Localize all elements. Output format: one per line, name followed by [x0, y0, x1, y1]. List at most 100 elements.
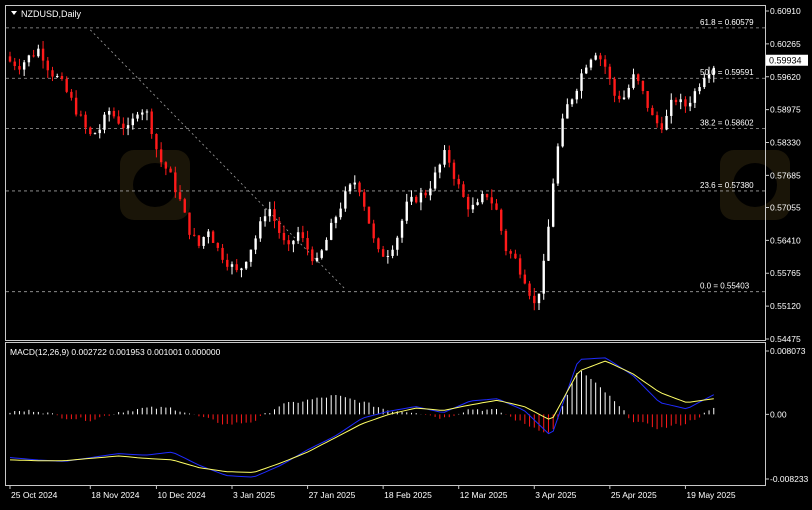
candle-body: [70, 91, 73, 98]
candle: [396, 235, 399, 256]
candle-body: [471, 204, 475, 210]
candle-body: [263, 216, 267, 222]
candle: [296, 226, 300, 244]
candle: [632, 68, 635, 90]
candle-body: [107, 111, 111, 115]
candle-body: [448, 150, 451, 163]
candle: [448, 145, 451, 168]
candle-body: [159, 149, 163, 163]
candle: [131, 113, 135, 130]
candle-body: [273, 209, 276, 222]
candle: [622, 90, 626, 100]
candle: [580, 69, 583, 99]
candle-body: [98, 129, 101, 134]
candle: [438, 163, 442, 179]
candle: [51, 66, 54, 82]
candle: [13, 57, 16, 71]
triangle-down-icon[interactable]: [11, 11, 17, 15]
candle: [561, 113, 564, 148]
candle: [641, 80, 645, 95]
candle: [254, 235, 257, 255]
candle-body: [391, 249, 394, 256]
candle: [235, 259, 238, 273]
candle: [698, 83, 701, 95]
candle: [655, 111, 659, 128]
candle: [353, 175, 356, 190]
candle-body: [575, 90, 578, 100]
candle: [339, 202, 342, 220]
candle-body: [117, 116, 120, 124]
candle-body: [296, 232, 300, 241]
candle: [466, 193, 470, 217]
candle-body: [400, 220, 404, 238]
time-axis: 25 Oct 2024 18 Nov 2024 10 Dec 2024 3 Jan 2…: [9, 485, 736, 500]
candle: [651, 105, 654, 116]
candle: [41, 41, 45, 69]
candle: [197, 235, 201, 249]
candle: [570, 98, 574, 107]
candle-body: [570, 99, 574, 105]
candle: [117, 110, 120, 125]
candle-body: [509, 251, 512, 254]
candle-body: [688, 102, 692, 107]
candle-body: [556, 146, 560, 184]
candle: [518, 254, 522, 279]
candle-body: [216, 242, 220, 248]
symbol-title[interactable]: NZDUSD,Daily: [11, 9, 82, 19]
candle-body: [651, 107, 654, 116]
candle-body: [377, 238, 380, 250]
candle: [278, 216, 281, 239]
candle: [679, 93, 682, 110]
candle-body: [230, 264, 234, 267]
candle: [244, 261, 248, 270]
macd-axis: 0.008073 0.00 -0.008233: [765, 346, 809, 484]
candle-body: [443, 150, 446, 165]
chart-window[interactable]: 61.8 = 0.60579 50.0 = 0.59591 38.2 = 0.586…: [0, 0, 812, 505]
candle: [122, 117, 125, 136]
candle-body: [485, 193, 489, 198]
current-price: 0.59934: [769, 56, 802, 66]
candle-body: [481, 193, 484, 203]
candle: [537, 293, 541, 310]
candle: [46, 56, 49, 79]
candle: [136, 111, 139, 122]
candle: [485, 193, 489, 201]
candle: [301, 225, 305, 243]
candle-body: [641, 80, 645, 92]
macd-line: [9, 357, 715, 478]
candle: [462, 181, 465, 198]
candle-body: [523, 274, 527, 284]
time-tick-label: 19 May 2025: [686, 490, 735, 500]
candle: [84, 111, 87, 134]
candle: [363, 189, 366, 211]
candle-body: [424, 192, 427, 196]
candle: [613, 76, 616, 103]
candle-body: [344, 191, 347, 209]
time-tick-label: 25 Apr 2025: [611, 490, 657, 500]
time-tick-label: 12 Mar 2025: [460, 490, 508, 500]
candle-body: [500, 209, 503, 231]
macd-tick-label: -0.008233: [770, 474, 809, 484]
signal-line: [9, 360, 714, 473]
candle: [556, 143, 560, 186]
candle-body: [202, 237, 205, 246]
candle: [107, 107, 111, 122]
candle-body: [197, 235, 201, 246]
candle-body: [674, 99, 678, 103]
price-tick-label: 0.54475: [770, 334, 801, 344]
candle: [608, 63, 612, 85]
candle: [589, 58, 593, 71]
candle-body: [632, 74, 635, 88]
candle: [603, 55, 607, 74]
price-tick-label: 0.58330: [770, 138, 801, 148]
chart-svg[interactable]: 61.8 = 0.6057950.0 = 0.5959138.2 = 0.586…: [0, 0, 812, 505]
candle-body: [268, 209, 271, 217]
candle-body: [131, 118, 135, 126]
candle: [674, 97, 678, 106]
candle-body: [93, 133, 97, 135]
macd-label: MACD(12,26,9) 0.002722 0.001953 0.001001…: [10, 347, 221, 357]
candle-body: [490, 197, 493, 204]
candle-body: [703, 77, 706, 88]
candle-body: [13, 61, 16, 67]
candle: [221, 244, 224, 264]
